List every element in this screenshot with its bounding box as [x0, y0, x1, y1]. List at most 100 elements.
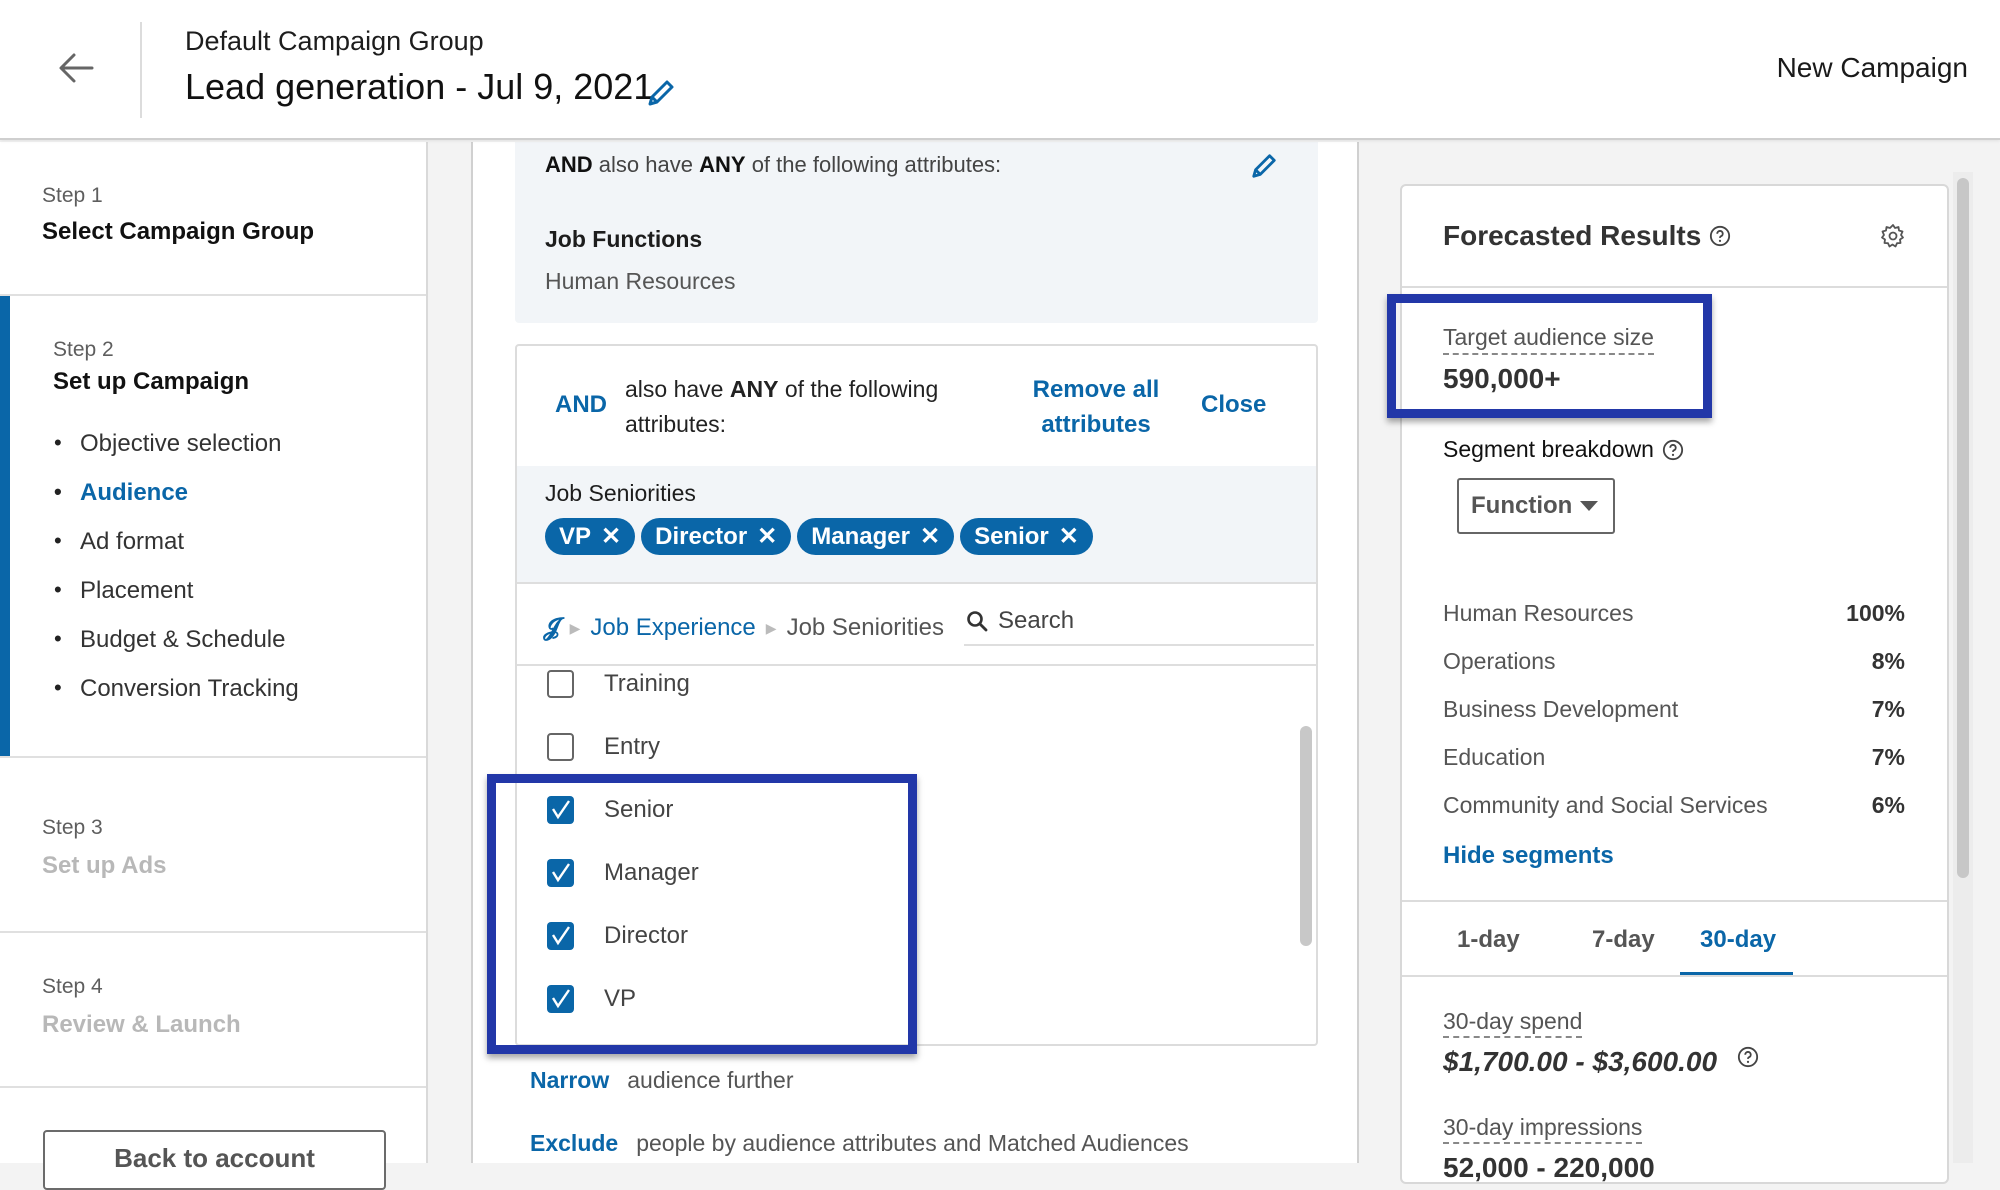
arrow-left-icon — [59, 53, 94, 83]
segment-row: Business Development 7% — [1443, 696, 1905, 723]
selected-pill-vp[interactable]: VP ✕ — [545, 518, 636, 555]
step-1[interactable]: Step 1 Select Campaign Group — [0, 142, 426, 296]
option-manager[interactable]: Manager — [547, 859, 699, 887]
pill-label: Director — [655, 522, 748, 550]
substep-budget-schedule[interactable]: Budget & Schedule — [54, 626, 285, 654]
page-label: New Campaign — [1776, 52, 1968, 83]
segment-percent: 7% — [1871, 744, 1905, 770]
selected-pill-manager[interactable]: Manager ✕ — [797, 518, 955, 555]
tab-30-day[interactable]: 30-day — [1700, 926, 1776, 954]
option-vp[interactable]: VP — [547, 985, 636, 1013]
selected-category-label: Job Seniorities — [545, 480, 696, 506]
remove-icon[interactable]: ✕ — [757, 522, 777, 551]
option-director[interactable]: Director — [547, 922, 688, 950]
option-entry[interactable]: Entry — [547, 733, 660, 761]
segment-row: Operations 8% — [1443, 648, 1905, 675]
remove-icon[interactable]: ✕ — [920, 522, 940, 551]
segment-breakdown-label: Segment breakdown — [1443, 436, 1684, 463]
top-header: Default Campaign Group Lead generation -… — [0, 0, 2000, 140]
forecasted-results-card: Forecasted Results Target audience size … — [1400, 184, 1949, 1184]
attribute-group-rule: AND also have ANY of the following attri… — [545, 152, 1002, 177]
gear-icon[interactable] — [1879, 222, 1907, 250]
checkbox-checked[interactable] — [547, 985, 574, 1013]
exclude-text: people by audience attributes and Matche… — [636, 1130, 1189, 1156]
checkbox-checked[interactable] — [547, 859, 574, 887]
help-icon[interactable] — [1709, 225, 1731, 247]
step-2: Step 2 Set up Campaign Objective selecti… — [0, 296, 426, 758]
segment-name: Business Development — [1443, 696, 1679, 722]
divider — [1402, 900, 1947, 902]
chevron-right-icon: ▶ — [765, 619, 777, 636]
close-button[interactable]: Close — [1201, 391, 1266, 419]
step-title: Select Campaign Group — [42, 218, 315, 245]
edit-title-button[interactable] — [646, 78, 676, 108]
step-4: Step 4 Review & Launch — [0, 933, 426, 1088]
checkbox-checked[interactable] — [547, 796, 574, 824]
substep-objective-selection[interactable]: Objective selection — [54, 430, 281, 458]
segment-name: Operations — [1443, 648, 1556, 674]
segment-dropdown-value: Function — [1471, 492, 1573, 519]
pill-label: VP — [559, 522, 592, 550]
editing-attribute-group: AND also have ANY of the following attri… — [515, 344, 1318, 1046]
back-button[interactable] — [52, 44, 100, 92]
remove-all-attributes-button[interactable]: Remove all attributes — [1021, 372, 1171, 442]
tab-1-day[interactable]: 1-day — [1457, 926, 1520, 954]
step-number: Step 3 — [42, 816, 103, 839]
option-label: Entry — [604, 733, 661, 760]
step-number: Step 1 — [42, 184, 103, 207]
attribute-value: Human Resources — [545, 268, 736, 294]
attribute-group-rule: also have ANY of the following attribute… — [625, 376, 939, 437]
active-step-indicator — [0, 296, 10, 756]
spend-label[interactable]: 30-day spend — [1443, 1008, 1583, 1038]
tab-7-day[interactable]: 7-day — [1592, 926, 1655, 954]
selected-attributes: Job Seniorities VP ✕ Director ✕ Manager ✕ S… — [517, 466, 1316, 584]
exclude-link[interactable]: Exclude — [530, 1130, 618, 1156]
hide-segments-link[interactable]: Hide segments — [1443, 842, 1614, 870]
forecast-title-text: Forecasted Results — [1443, 220, 1702, 251]
caret-down-icon — [1580, 501, 1599, 511]
pill-label: Senior — [974, 522, 1049, 550]
remove-icon[interactable]: ✕ — [601, 522, 621, 551]
option-label: VP — [604, 985, 637, 1012]
header-divider — [140, 22, 142, 118]
substep-conversion-tracking[interactable]: Conversion Tracking — [54, 675, 299, 703]
exclude-audience-row: Exclude people by audience attributes and… — [530, 1130, 1189, 1157]
forecast-panel-area: Forecasted Results Target audience size … — [1361, 142, 2000, 1184]
substep-audience[interactable]: Audience — [54, 479, 188, 507]
option-training[interactable]: Training — [547, 670, 690, 698]
checkbox[interactable] — [547, 733, 574, 761]
segment-name: Community and Social Services — [1443, 792, 1768, 818]
checkbox[interactable] — [547, 670, 574, 698]
back-to-account-button[interactable]: Back to account — [43, 1130, 386, 1190]
substep-ad-format[interactable]: Ad format — [54, 528, 184, 556]
target-audience-label[interactable]: Target audience size — [1443, 324, 1654, 355]
and-operator[interactable]: AND — [555, 391, 607, 419]
step-title: Set up Campaign — [53, 368, 250, 395]
breadcrumb-root-truncated[interactable]: 𝓙 — [543, 614, 560, 642]
panel-scrollbar[interactable] — [1957, 178, 1969, 878]
option-senior[interactable]: Senior — [547, 796, 673, 824]
selected-pill-senior[interactable]: Senior ✕ — [960, 518, 1093, 555]
campaign-group-name: Default Campaign Group — [185, 26, 484, 56]
help-icon[interactable] — [1737, 1046, 1759, 1068]
step-3: Step 3 Set up Ads — [0, 758, 426, 933]
segment-row: Education 7% — [1443, 744, 1905, 771]
breadcrumb-job-experience[interactable]: Job Experience — [590, 614, 755, 642]
segment-name: Human Resources — [1443, 600, 1634, 626]
search-input[interactable] — [998, 604, 1298, 638]
checkmark-icon — [551, 926, 570, 946]
impressions-label[interactable]: 30-day impressions — [1443, 1114, 1643, 1144]
help-icon[interactable] — [1662, 439, 1684, 461]
selected-pill-director[interactable]: Director ✕ — [641, 518, 792, 555]
substep-placement[interactable]: Placement — [54, 577, 193, 605]
spend-value-row: $1,700.00 - $3,600.00 — [1443, 1046, 1759, 1078]
segment-dropdown[interactable]: Function — [1457, 478, 1615, 534]
edit-attribute-group-button[interactable] — [1250, 152, 1278, 180]
attribute-category: Job Functions — [545, 226, 703, 252]
checkbox-checked[interactable] — [547, 922, 574, 950]
narrow-link[interactable]: Narrow — [530, 1067, 609, 1093]
remove-icon[interactable]: ✕ — [1059, 522, 1079, 551]
segment-row: Community and Social Services 6% — [1443, 792, 1905, 819]
segment-breakdown-text: Segment breakdown — [1443, 436, 1654, 462]
list-scrollbar[interactable] — [1300, 726, 1312, 946]
